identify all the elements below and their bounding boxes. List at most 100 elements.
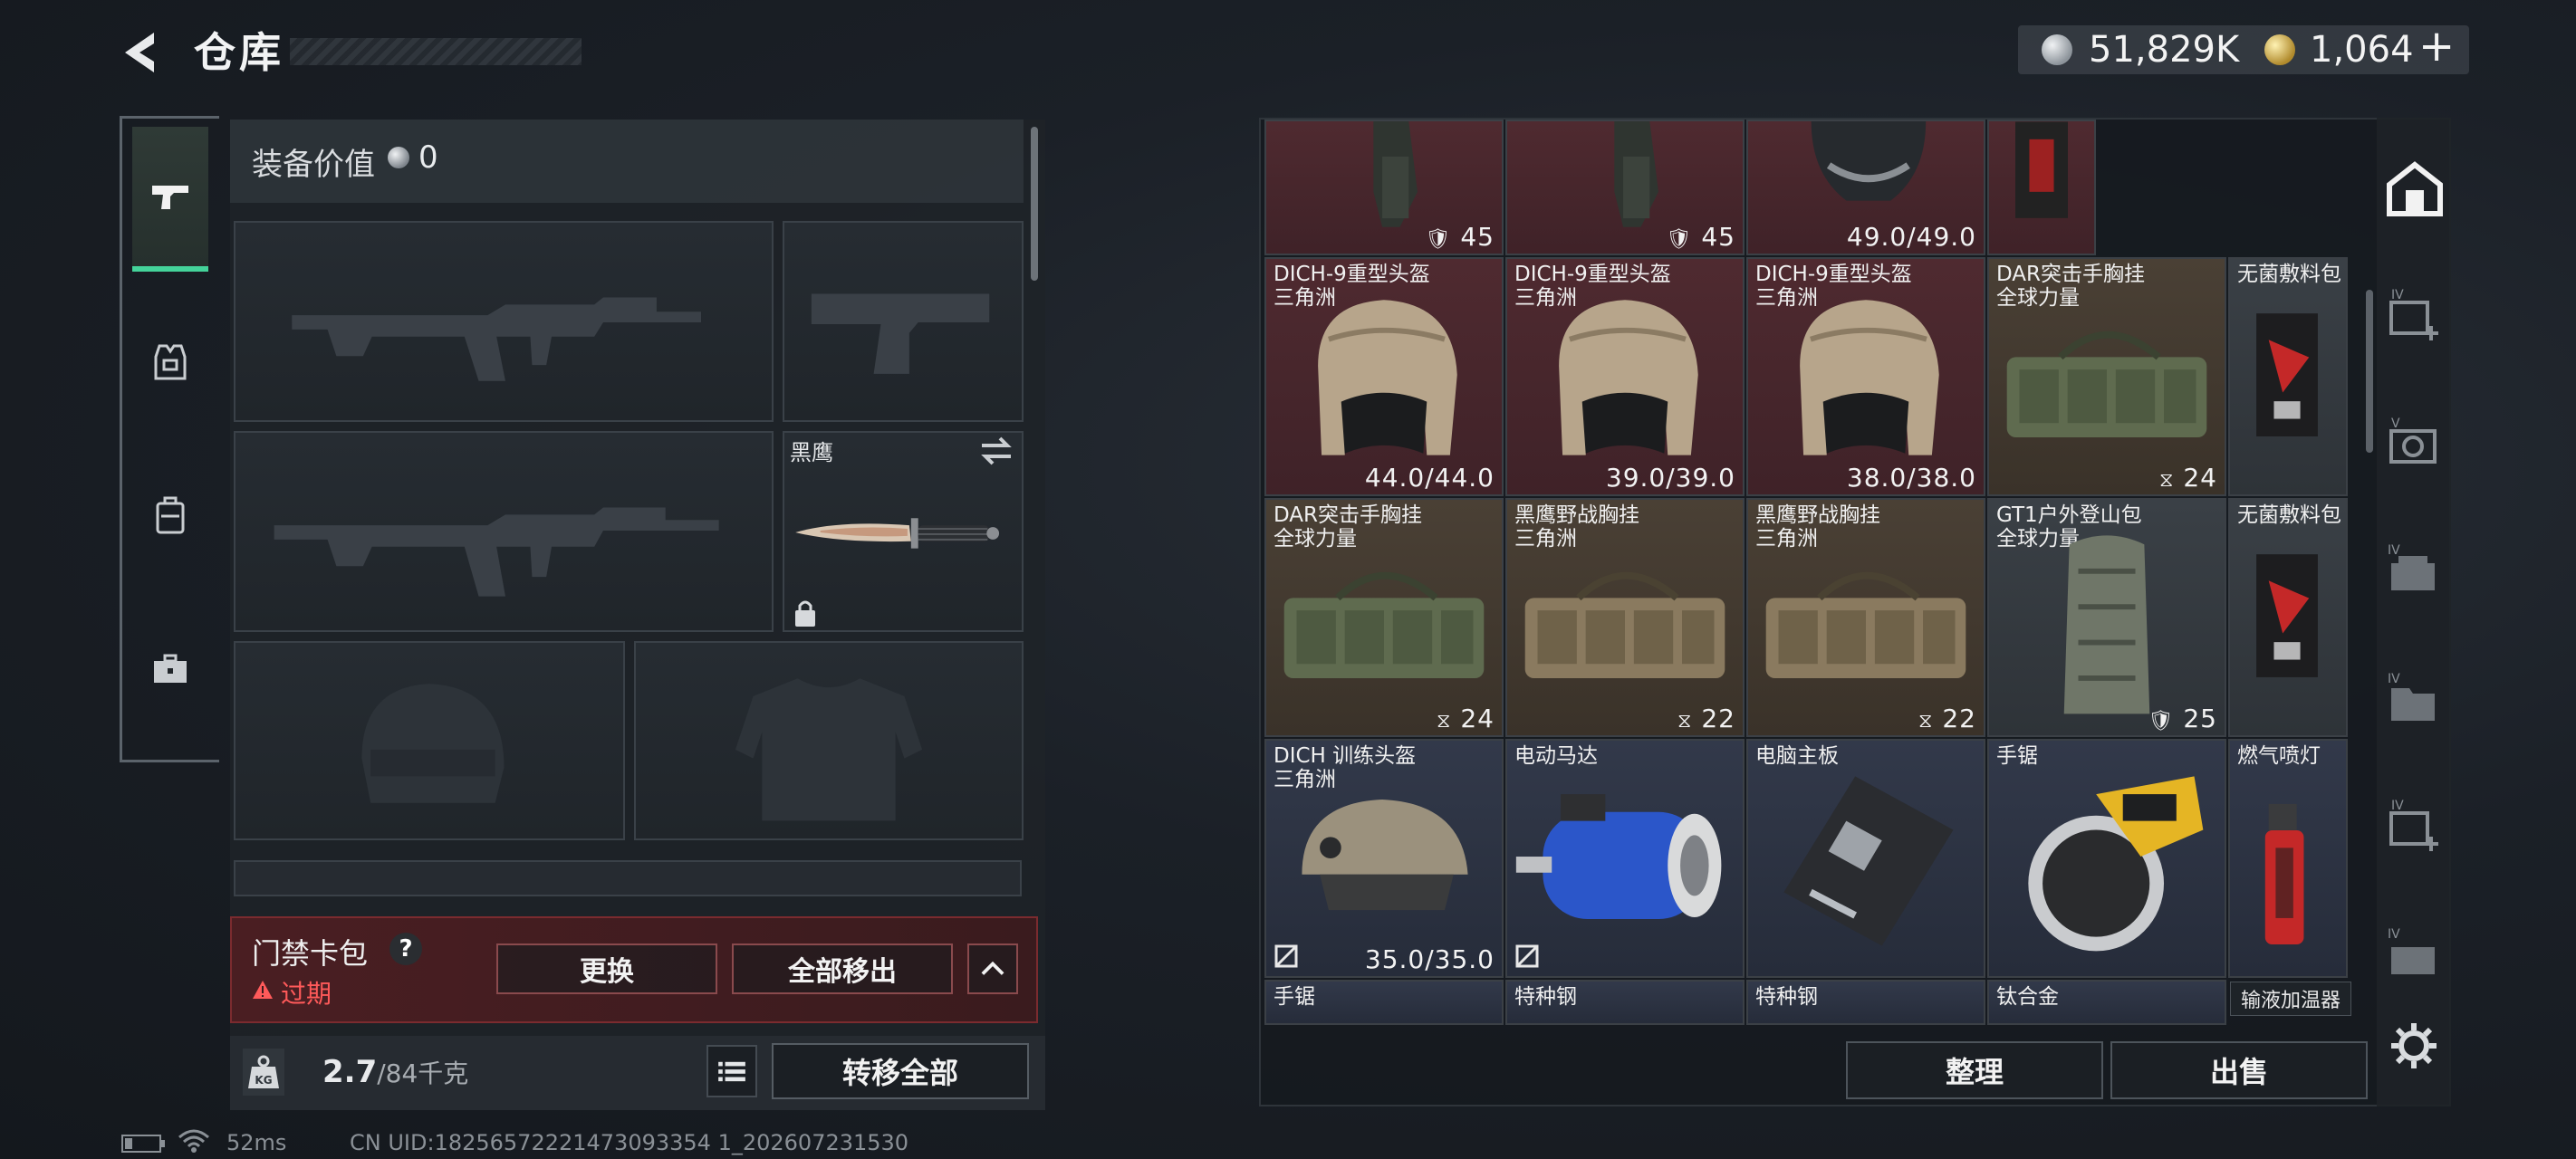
heavy-helmet-icon <box>1800 300 1939 455</box>
training-helmet-icon <box>1302 800 1468 911</box>
transfer-all-button[interactable]: 转移全部 <box>772 1043 1029 1099</box>
inventory-cell[interactable]: 特种钢 <box>1505 980 1745 1025</box>
inventory-cell[interactable]: 燃气喷灯 <box>2228 739 2348 978</box>
tab-backpack[interactable] <box>132 444 208 589</box>
remove-all-button[interactable]: 全部移出 <box>732 943 953 994</box>
inventory-cell[interactable]: 🛡︎ 45 <box>1505 120 1745 255</box>
capacity-icon: ⧖ <box>1437 710 1452 733</box>
svg-text:IV: IV <box>2388 543 2400 558</box>
storage-folder-icon[interactable]: IV <box>2380 665 2449 737</box>
vest-icon <box>154 344 187 380</box>
inventory-cell[interactable]: 49.0/49.0 <box>1746 120 1985 255</box>
add-storage-icon[interactable]: IV <box>2380 791 2449 864</box>
armor-silhouette-icon <box>735 678 923 821</box>
replace-button[interactable]: 更换 <box>496 943 717 994</box>
uid-readout: CN UID:18256572221473093354 1_2026072315… <box>350 1130 909 1155</box>
inventory-cell[interactable]: DICH-9重型头盔 三角洲 44.0/44.0 <box>1264 257 1504 496</box>
warning-icon <box>253 981 273 999</box>
chest-rig-slot-partial[interactable] <box>234 860 1022 896</box>
expired-status: 过期 <box>281 979 332 1009</box>
silver-coin-icon <box>2042 34 2072 65</box>
gold-amount: 1,064 <box>2310 29 2414 71</box>
item-durability: 49.0/49.0 <box>1846 222 1976 252</box>
title-decoration <box>290 38 582 65</box>
inventory-cell[interactable]: DICH 训练头盔 三角洲 35.0/35.0 <box>1264 739 1504 978</box>
inventory-cell[interactable]: 电脑主板 <box>1746 739 1985 978</box>
svg-text:IV: IV <box>2391 799 2404 813</box>
inventory-cell[interactable]: DICH-9重型头盔 三角洲 38.0/38.0 <box>1746 257 1985 496</box>
sell-button[interactable]: 出售 <box>2110 1041 2368 1099</box>
secondary-weapon-slot[interactable] <box>234 431 774 632</box>
inventory-cell[interactable]: 🛡︎ 45 <box>1264 120 1504 255</box>
svg-text:IV: IV <box>2391 288 2404 302</box>
add-currency-button[interactable]: + <box>2418 22 2455 71</box>
weight-icon: KG <box>243 1049 284 1096</box>
durability-icon: 🛡︎ <box>2148 710 2175 733</box>
inventory-cell[interactable]: 手锯 <box>1264 980 1504 1025</box>
inventory-cell[interactable]: 手锯 <box>1987 739 2226 978</box>
item-durability: 44.0/44.0 <box>1364 463 1495 493</box>
capacity-icon: ⧖ <box>2159 469 2175 492</box>
tab-armor[interactable] <box>132 290 208 435</box>
inventory-cell[interactable]: 电动马达 <box>1505 739 1745 978</box>
field-rig-icon <box>1765 571 1966 678</box>
inventory-cell[interactable]: DAR突击手胸挂 全球力量 ⧖ 24 <box>1264 498 1504 737</box>
bandage-pack-icon <box>2015 121 2068 218</box>
collapse-button[interactable] <box>967 943 1018 994</box>
pistol-slot[interactable] <box>783 221 1024 422</box>
battery-icon <box>121 1135 165 1153</box>
motherboard-icon <box>1783 776 1954 946</box>
item-name: 钛合金 <box>1996 985 2059 1009</box>
add-storage-icon[interactable]: IV <box>2380 281 2449 353</box>
item-tooltip: 输液加温器 <box>2230 982 2351 1016</box>
list-icon <box>718 1061 745 1082</box>
silver-amount: 51,829K <box>2089 29 2240 71</box>
inventory-cell[interactable]: 无菌敷料包 <box>2228 257 2348 496</box>
inventory-cell[interactable]: 特种钢 <box>1746 980 1985 1025</box>
weight-readout: 2.7/84千克 <box>322 1054 468 1090</box>
warehouse-home-icon[interactable] <box>2380 154 2449 226</box>
storage-crate-icon[interactable]: IV <box>2380 920 2449 992</box>
svg-text:KG: KG <box>255 1074 272 1087</box>
tab-case[interactable] <box>132 598 208 742</box>
inventory-cell[interactable]: GT1户外登山包 全球力量 🛡︎ 25 <box>1987 498 2226 737</box>
inventory-cell[interactable]: DAR突击手胸挂 全球力量 ⧖ 24 <box>1987 257 2226 496</box>
pistol-icon <box>152 186 188 209</box>
heavy-helmet-icon <box>1318 300 1457 455</box>
list-view-button[interactable] <box>706 1045 757 1097</box>
page-title: 仓库 <box>194 28 284 77</box>
primary-weapon-slot[interactable] <box>234 221 774 422</box>
item-value: 🛡︎ 25 <box>2148 704 2217 733</box>
inventory-cell[interactable]: 无菌敷料包 <box>2228 498 2348 737</box>
rifle-silhouette-icon <box>292 297 701 381</box>
electric-motor-icon <box>1515 794 1722 919</box>
pistol-silhouette-icon <box>811 293 990 374</box>
durability-icon: 🛡︎ <box>1425 228 1452 251</box>
item-value: 🛡︎ 45 <box>1666 222 1735 252</box>
equipment-scrollbar[interactable] <box>1031 127 1038 281</box>
inventory-scrollbar[interactable] <box>2366 290 2373 453</box>
inventory-cell[interactable]: 钛合金 <box>1987 980 2226 1025</box>
arrange-button[interactable]: 整理 <box>1846 1041 2103 1099</box>
storage-crate-icon[interactable]: IV <box>2380 536 2449 608</box>
inventory-cell[interactable] <box>1987 120 2096 255</box>
briefcase-icon <box>154 654 187 683</box>
inventory-cell[interactable]: DICH-9重型头盔 三角洲 39.0/39.0 <box>1505 257 1745 496</box>
no-insurance-icon <box>1515 944 1539 968</box>
inventory-cell[interactable]: 黑鹰野战胸挂 三角洲 ⧖ 22 <box>1746 498 1985 737</box>
item-name: 手锯 <box>1274 985 1315 1009</box>
swap-icon[interactable] <box>978 435 1014 467</box>
help-icon[interactable]: ? <box>389 933 422 965</box>
access-card-label: 门禁卡包 <box>252 936 369 971</box>
svg-text:IV: IV <box>2388 672 2400 686</box>
item-name: 特种钢 <box>1755 985 1818 1009</box>
settings-gear-icon[interactable] <box>2388 1020 2440 1072</box>
storage-expansion-icon[interactable]: V <box>2380 409 2449 482</box>
gas-torch-icon <box>2264 803 2304 945</box>
armor-slot[interactable] <box>634 641 1024 840</box>
inventory-cell[interactable]: 黑鹰野战胸挂 三角洲 ⧖ 22 <box>1505 498 1745 737</box>
tab-weapons[interactable] <box>132 127 208 272</box>
helmet-slot[interactable] <box>234 641 625 840</box>
back-arrow-icon[interactable] <box>118 27 168 78</box>
item-durability: 38.0/38.0 <box>1846 463 1976 493</box>
